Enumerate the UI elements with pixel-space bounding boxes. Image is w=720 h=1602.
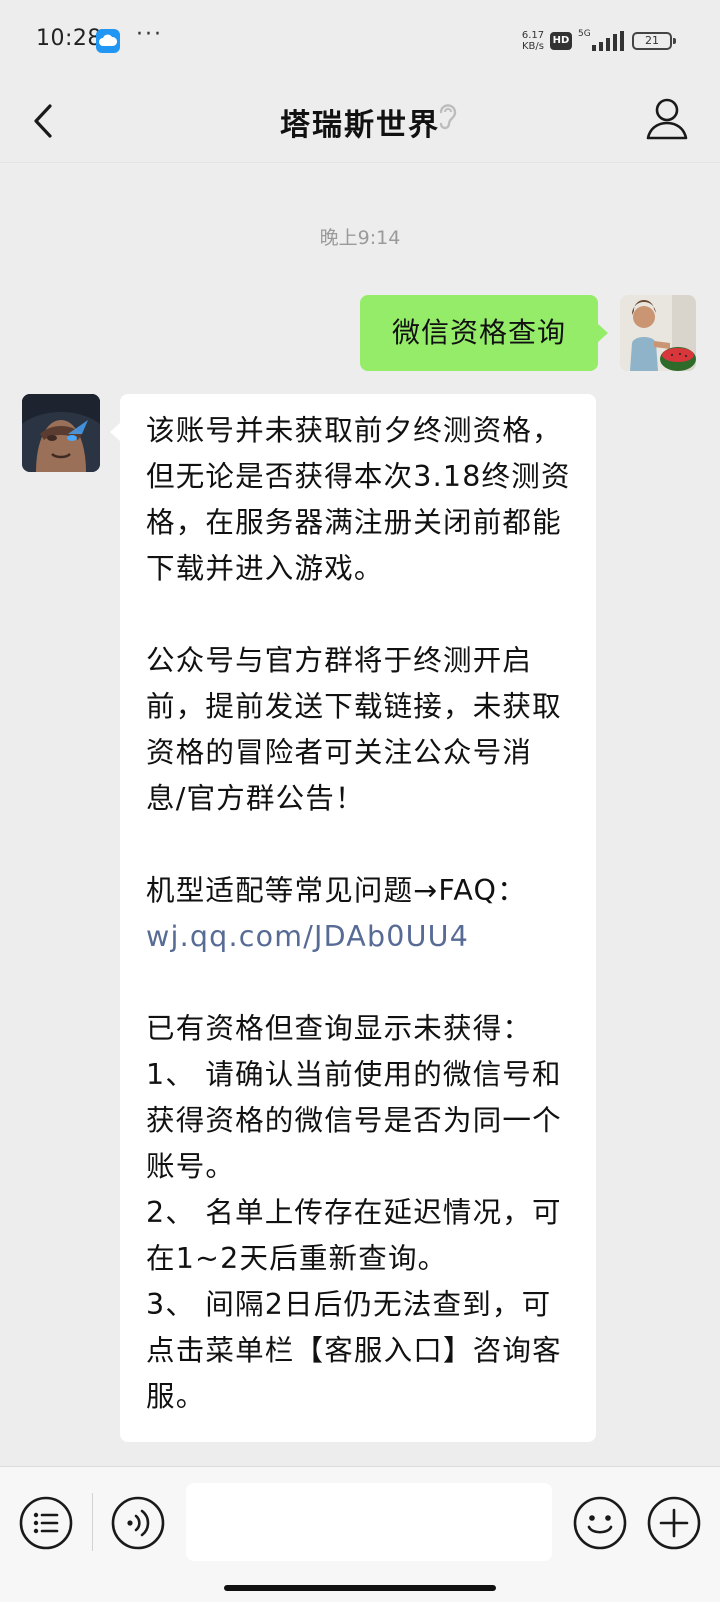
home-indicator[interactable] (224, 1585, 496, 1591)
tip-item: 1、 请确认当前使用的微信号和获得资格的微信号是否为同一个账号。 (146, 1058, 562, 1183)
my-avatar[interactable] (620, 295, 696, 371)
chat-header: 塔瑞斯世界 (0, 84, 720, 163)
hd-badge: HD (550, 32, 572, 50)
signal-icon (592, 31, 626, 55)
network-type: 5G (578, 29, 591, 39)
message-paragraph: 公众号与官方群将于终测开启前，提前发送下载链接，未获取资格的冒险者可关注公众号消… (146, 644, 562, 815)
net-speed-value: 6.17 (521, 30, 545, 41)
status-time: 10:28 (36, 26, 102, 51)
tip-item: 2、 名单上传存在延迟情况，可在1~2天后重新查询。 (146, 1196, 562, 1275)
smiley-icon (573, 1496, 627, 1550)
cloud-icon (96, 29, 120, 53)
voice-button[interactable] (110, 1495, 166, 1551)
more-functions-button[interactable] (646, 1495, 702, 1551)
net-speed: 6.17 KB/s (518, 30, 548, 52)
menu-button[interactable] (18, 1495, 74, 1551)
input-divider (92, 1493, 93, 1551)
plus-circle-icon (647, 1496, 701, 1550)
message-input[interactable] (186, 1483, 552, 1561)
more-dots-icon: ··· (136, 22, 163, 47)
official-account-avatar[interactable] (22, 394, 100, 472)
chat-screen: 10:28 ··· 6.17 KB/s HD 5G 21 塔瑞斯世界 晚上9:1… (0, 0, 720, 1602)
chat-input-bar (0, 1466, 720, 1602)
tips-title: 已有资格但查询显示未获得： (146, 1012, 533, 1045)
battery-icon: 21 (632, 32, 676, 50)
emoji-button[interactable] (572, 1495, 628, 1551)
message-paragraph: 该账号并未获取前夕终测资格，但无论是否获得本次3.18终测资格，在服务器满注册关… (146, 414, 571, 585)
message-paragraph: 机型适配等常见问题→FAQ： (146, 874, 527, 907)
tip-item: 3、 间隔2日后仍无法查到，可点击菜单栏【客服入口】咨询客服。 (146, 1288, 562, 1413)
chat-title: 塔瑞斯世界 (280, 108, 440, 143)
net-speed-unit: KB/s (522, 41, 544, 52)
person-icon (646, 98, 688, 140)
ear-icon (436, 100, 458, 136)
profile-button[interactable] (642, 94, 692, 144)
voice-icon (111, 1496, 165, 1550)
list-menu-icon (19, 1496, 73, 1550)
message-timestamp: 晚上9:14 (319, 227, 401, 249)
chat-area[interactable]: 晚上9:14 微信资格查询 该账号并未获取前夕终测资格，但无论是否获得本次3.1… (0, 163, 720, 1463)
outgoing-message-bubble[interactable]: 微信资格查询 (360, 295, 608, 371)
faq-link[interactable]: wj.qq.com/JDAb0UU4 (146, 914, 572, 960)
status-bar: 10:28 ··· 6.17 KB/s HD 5G 21 (0, 0, 720, 84)
incoming-message-bubble[interactable]: 该账号并未获取前夕终测资格，但无论是否获得本次3.18终测资格，在服务器满注册关… (110, 394, 596, 1442)
